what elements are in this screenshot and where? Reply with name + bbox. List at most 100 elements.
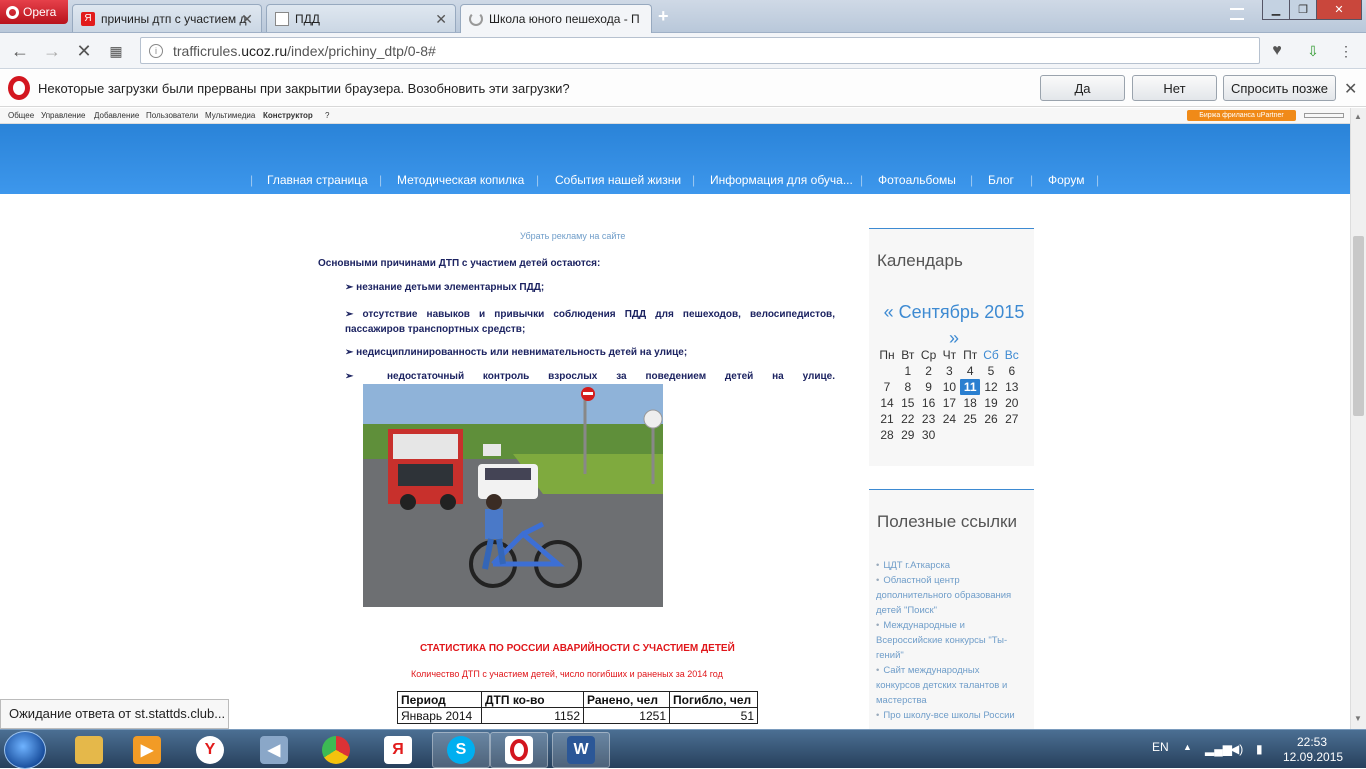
ucoz-item-add[interactable]: Добавление (94, 111, 139, 120)
minimize-button[interactable]: ▁ (1262, 0, 1290, 20)
calendar-day[interactable]: 21 (877, 411, 897, 427)
no-button[interactable]: Нет (1132, 75, 1217, 101)
menu-methods[interactable]: Методическая копилка (397, 173, 524, 187)
ucoz-item-help[interactable]: ? (325, 111, 329, 120)
upartner-banner[interactable]: Биржа фриланса uPartner (1187, 110, 1296, 121)
list-item[interactable]: • Сайт международных конкурсов детских та… (876, 663, 1026, 708)
download-icon[interactable]: ⇩ (1301, 39, 1325, 63)
link-text[interactable]: Про школу-все школы России (883, 710, 1014, 721)
calendar-day[interactable]: 4 (960, 363, 980, 379)
media-taskbar-button[interactable]: ▶ (118, 732, 176, 768)
ucoz-item-multimedia[interactable]: Мультимедиа (205, 111, 255, 120)
list-item[interactable]: • Международные и Всероссийские конкурсы … (876, 618, 1026, 663)
link-text[interactable]: Областной центр дополнительного образова… (876, 575, 1011, 616)
menu-info[interactable]: Информация для обуча... (710, 173, 853, 187)
ucoz-item-users[interactable]: Пользователи (146, 111, 198, 120)
calendar-day[interactable]: 7 (877, 379, 897, 395)
network-signal-icon[interactable]: ▂▄▆ (1205, 742, 1232, 756)
tab-menu-icon[interactable] (1230, 8, 1244, 20)
calendar-day[interactable]: 5 (981, 363, 1001, 379)
tab-0[interactable]: Я причины дтп с участием д ✕ (72, 4, 262, 32)
calendar-day[interactable]: 1 (898, 363, 918, 379)
site-info-icon[interactable]: i (149, 44, 163, 58)
calendar-day[interactable]: 10 (939, 379, 959, 395)
yes-button[interactable]: Да (1040, 75, 1125, 101)
calendar-day[interactable]: 24 (939, 411, 959, 427)
close-window-button[interactable]: ✕ (1316, 0, 1362, 20)
scroll-up-icon[interactable]: ▲ (1354, 112, 1362, 121)
calendar-day[interactable]: 26 (981, 411, 1001, 427)
page-scrollbar[interactable]: ▲ ▼ (1350, 108, 1366, 730)
menu-blog[interactable]: Блог (988, 173, 1014, 187)
address-field[interactable]: i trafficrules. ucoz.ru/index/prichiny_dt… (140, 37, 1260, 64)
calendar-day[interactable]: 2 (919, 363, 939, 379)
calendar-day[interactable]: 6 (1002, 363, 1022, 379)
explorer-taskbar-button[interactable] (60, 732, 118, 768)
link-text[interactable]: ЦДТ г.Аткарска (883, 560, 950, 571)
battery-icon[interactable]: ▮ (1256, 742, 1263, 756)
tab-1[interactable]: ПДД ✕ (266, 4, 456, 32)
yandex-taskbar-button[interactable]: Я (369, 732, 427, 768)
ask-later-button[interactable]: Спросить позже (1223, 75, 1336, 101)
menu-forum[interactable]: Форум (1048, 173, 1084, 187)
maximize-button[interactable]: ❐ (1289, 0, 1317, 20)
clock[interactable]: 22:53 12.09.2015 (1283, 735, 1343, 765)
volume-icon[interactable]: ◀) (1230, 742, 1243, 756)
chrome-taskbar-button[interactable] (307, 732, 365, 768)
calendar-day[interactable]: 3 (939, 363, 959, 379)
calendar-day[interactable]: 15 (898, 395, 918, 411)
calendar-day[interactable]: 23 (919, 411, 939, 427)
menu-home[interactable]: Главная страница (267, 173, 368, 187)
opera-taskbar-button[interactable] (490, 732, 548, 768)
forward-arrow-icon[interactable]: → (40, 39, 64, 63)
list-item[interactable]: • ЦДТ г.Аткарска (876, 558, 1026, 573)
calendar-day[interactable]: 8 (898, 379, 918, 395)
skype-taskbar-button[interactable]: S (432, 732, 490, 768)
start-button[interactable] (4, 731, 46, 769)
menu-dots-icon[interactable]: ⋮ (1334, 39, 1358, 63)
menu-events[interactable]: События нашей жизни (555, 173, 681, 187)
ucoz-item-general[interactable]: Общее (8, 111, 34, 120)
tray-expand-icon[interactable]: ▲ (1183, 742, 1192, 752)
link-text[interactable]: Международные и Всероссийские конкурсы "… (876, 620, 1007, 661)
ucoz-item-manage[interactable]: Управление (41, 111, 85, 120)
back-arrow-icon[interactable]: ← (8, 39, 32, 63)
calendar-day[interactable]: 9 (919, 379, 939, 395)
calendar-day[interactable]: 17 (939, 395, 959, 411)
calendar-month-nav[interactable]: « Сентябрь 2015 » (879, 299, 1029, 351)
calendar-day[interactable]: 13 (1002, 379, 1022, 395)
stop-icon[interactable]: ✕ (72, 39, 96, 63)
heart-icon[interactable]: ♥ (1265, 39, 1289, 63)
opera-menu-button[interactable]: Opera (0, 0, 68, 24)
calendar-day[interactable]: 19 (981, 395, 1001, 411)
audio-taskbar-button[interactable]: ◀ (245, 732, 303, 768)
close-tab-icon[interactable]: ✕ (435, 11, 447, 28)
scroll-down-icon[interactable]: ▼ (1354, 714, 1362, 723)
remove-ads-link[interactable]: Убрать рекламу на сайте (520, 231, 625, 241)
close-icon[interactable]: ✕ (1344, 79, 1357, 99)
new-tab-button[interactable]: + (658, 6, 669, 27)
yandex-browser-taskbar-button[interactable]: Y (181, 732, 239, 768)
language-indicator[interactable]: EN (1152, 740, 1169, 754)
scroll-thumb[interactable] (1353, 236, 1364, 416)
close-tab-icon[interactable]: ✕ (241, 11, 253, 28)
calendar-day[interactable]: 16 (919, 395, 939, 411)
calendar-day[interactable]: 18 (960, 395, 980, 411)
calendar-day[interactable]: 20 (1002, 395, 1022, 411)
calendar-day[interactable]: 25 (960, 411, 980, 427)
tab-2[interactable]: Школа юного пешехода - П (460, 4, 652, 33)
list-item[interactable]: • Областной центр дополнительного образов… (876, 573, 1026, 618)
word-taskbar-button[interactable]: W (552, 732, 610, 768)
speed-dial-grid-icon[interactable]: ▦ (104, 39, 128, 63)
calendar-day[interactable]: 29 (898, 427, 918, 443)
calendar-day-today[interactable]: 11 (960, 379, 981, 395)
calendar-day[interactable]: 28 (877, 427, 897, 443)
calendar-day[interactable]: 27 (1002, 411, 1022, 427)
menu-photos[interactable]: Фотоальбомы (878, 173, 956, 187)
list-item[interactable]: • Про школу-все школы России (876, 708, 1026, 723)
calendar-day[interactable]: 30 (919, 427, 939, 443)
ucoz-item-constructor[interactable]: Конструктор (263, 111, 313, 120)
calendar-day[interactable]: 14 (877, 395, 897, 411)
link-text[interactable]: Сайт международных конкурсов детских тал… (876, 665, 1007, 706)
panel-slider-icon[interactable] (1304, 113, 1344, 118)
